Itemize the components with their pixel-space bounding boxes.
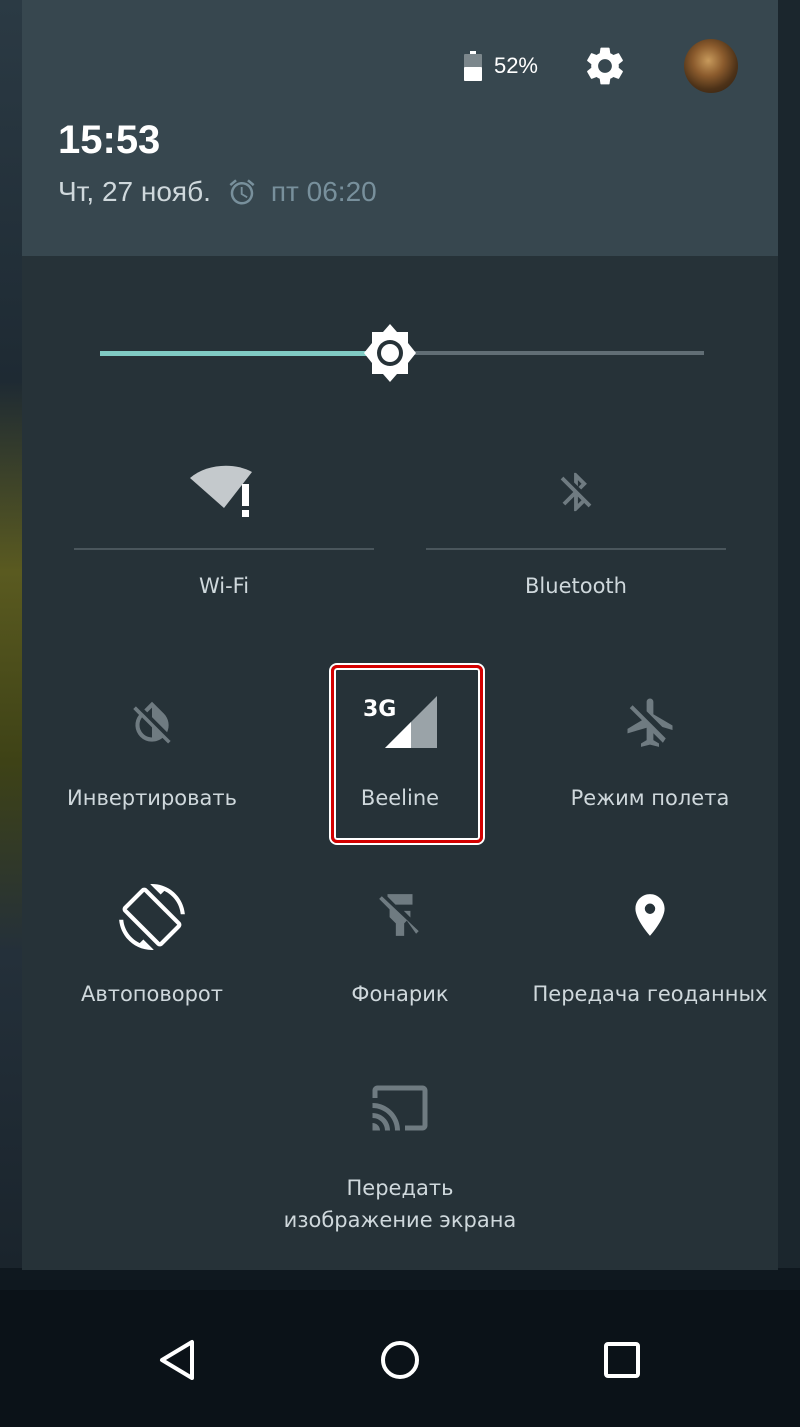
- flashlight-off-icon: [379, 894, 419, 936]
- tile-bluetooth-label: Bluetooth: [525, 574, 627, 598]
- clock-time[interactable]: 15:53: [58, 118, 160, 163]
- cast-icon: [372, 1085, 428, 1131]
- quick-settings-header: 52% 15:53 Чт, 27 нояб. пт 06:20: [22, 0, 778, 256]
- battery-level: 52%: [493, 53, 538, 78]
- tile-flashlight[interactable]: Фонарик: [300, 884, 500, 1014]
- wifi-divider: [74, 548, 374, 550]
- recents-icon[interactable]: [598, 1336, 646, 1384]
- tile-invert-label: Инвертировать: [67, 786, 237, 810]
- tile-cast-screen[interactable]: Передать изображение экрана: [250, 1078, 550, 1238]
- wallpaper-right-edge: [778, 0, 800, 1270]
- tile-cast-label-line1: Передать: [346, 1176, 454, 1200]
- user-avatar[interactable]: [684, 39, 738, 93]
- wallpaper-left-edge: [0, 0, 22, 1270]
- quick-settings-panel: 52% 15:53 Чт, 27 нояб. пт 06:20 Wi-Fi Bl…: [22, 0, 778, 1270]
- tile-bluetooth[interactable]: Bluetooth: [426, 460, 726, 610]
- brightness-track-fill: [100, 351, 390, 356]
- bluetooth-divider: [426, 548, 726, 550]
- tile-wifi-label: Wi-Fi: [198, 574, 250, 598]
- tile-airplane[interactable]: Режим полета: [550, 690, 750, 820]
- battery-indicator[interactable]: 52%: [463, 51, 538, 81]
- location-pin-icon: [635, 894, 665, 936]
- brightness-sun-icon[interactable]: [361, 322, 419, 384]
- highlight-box: [331, 665, 483, 843]
- wifi-alert-icon: [190, 465, 252, 517]
- tile-location[interactable]: Передача геоданных: [532, 884, 768, 1014]
- tile-flashlight-label: Фонарик: [351, 982, 449, 1006]
- status-row: 52%: [463, 38, 738, 94]
- brightness-slider[interactable]: [100, 322, 704, 386]
- invert-colors-off-icon: [133, 701, 171, 744]
- back-icon[interactable]: [154, 1336, 202, 1384]
- tile-wifi[interactable]: Wi-Fi: [74, 460, 374, 610]
- tile-airplane-label: Режим полета: [570, 786, 730, 810]
- battery-icon: [463, 51, 482, 81]
- date-row: Чт, 27 нояб. пт 06:20: [58, 172, 377, 212]
- tile-cast-label-line2: изображение экрана: [283, 1208, 517, 1232]
- screen-rotation-icon: [119, 884, 185, 950]
- alarm-clock-icon: [229, 179, 255, 205]
- navigation-bar: [0, 1290, 800, 1427]
- date-label[interactable]: Чт, 27 нояб.: [58, 176, 211, 208]
- airplane-off-icon: [627, 698, 673, 747]
- next-alarm-time[interactable]: пт 06:20: [271, 176, 377, 208]
- home-icon[interactable]: [376, 1336, 424, 1384]
- tile-location-label: Передача геоданных: [532, 982, 768, 1006]
- bluetooth-off-icon: [560, 472, 592, 512]
- settings-gear-icon[interactable]: [582, 43, 628, 89]
- tile-autorotate-label: Автоповорот: [80, 982, 224, 1006]
- tile-invert[interactable]: Инвертировать: [52, 690, 252, 820]
- tile-autorotate[interactable]: Автоповорот: [52, 884, 252, 1014]
